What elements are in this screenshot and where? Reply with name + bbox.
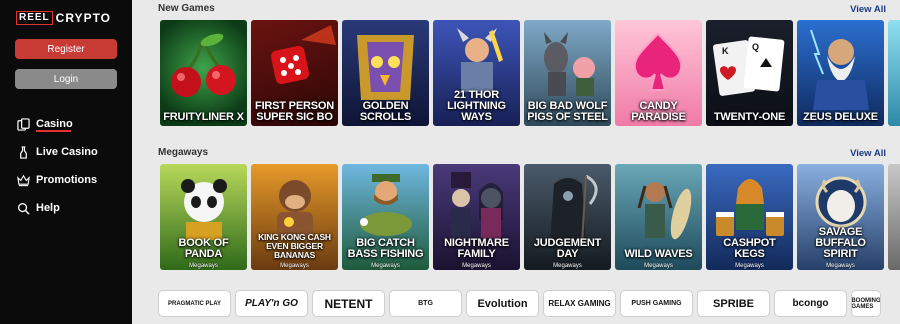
nav-item-promotions[interactable]: Promotions (16, 171, 97, 189)
provider-strip: PRAGMATIC PLAY PLAY'n GO NETENT BTG Evol… (158, 290, 881, 317)
bottle-icon (16, 145, 30, 159)
register-button[interactable]: Register (15, 39, 117, 59)
provider-logo[interactable]: PRAGMATIC PLAY (158, 290, 231, 317)
view-all-new-games[interactable]: View All (850, 4, 886, 15)
provider-logo-partial[interactable]: BOOMING GAMES (851, 290, 881, 317)
game-title: TWENTY-ONE (713, 111, 786, 123)
game-card[interactable]: FRUITYLINER X (160, 20, 247, 126)
game-card[interactable]: BIG CATCH BASS FISHING Megaways (342, 164, 429, 270)
search-icon (16, 201, 30, 215)
cards-icon (16, 117, 30, 131)
game-card[interactable]: JUDGEMENT DAY Megaways (524, 164, 611, 270)
game-card[interactable]: FIRST PERSON SUPER SIC BO (251, 20, 338, 126)
nav-label: Live Casino (36, 146, 98, 158)
nav-label: Help (36, 202, 60, 214)
game-card-partial[interactable] (888, 164, 900, 270)
game-card[interactable]: GOLDEN SCROLLS (342, 20, 429, 126)
game-card[interactable]: BOOK OF PANDA Megaways (160, 164, 247, 270)
game-subtitle: Megaways (371, 263, 400, 269)
sidebar: REEL CRYPTO Register Login Casino Live C… (0, 0, 132, 324)
provider-logo[interactable]: RELAX GAMING (543, 290, 616, 317)
game-card[interactable]: 21 THOR LIGHTNING WAYS (433, 20, 520, 126)
logo-reel: REEL (16, 11, 53, 25)
game-title: BOOK OF PANDA (178, 237, 229, 260)
provider-logo[interactable]: BTG (389, 290, 462, 317)
svg-text:Q: Q (752, 42, 759, 52)
nav-label: Casino (36, 118, 73, 130)
game-title: FRUITYLINER X (163, 111, 244, 123)
login-button[interactable]: Login (15, 69, 117, 89)
game-title: BIG BAD WOLF PIGS OF STEEL (527, 100, 608, 123)
provider-logo[interactable]: PLAY'n GO (235, 290, 308, 317)
game-title: CANDY PARADISE (631, 100, 686, 123)
game-card[interactable]: BIG BAD WOLF PIGS OF STEEL (524, 20, 611, 126)
game-title: JUDGEMENT DAY (533, 237, 602, 260)
game-title: GOLDEN SCROLLS (359, 100, 412, 123)
game-card[interactable]: ZEUS DELUXE (797, 20, 884, 126)
svg-text:K: K (722, 46, 729, 56)
logo-crypto: CRYPTO (55, 11, 112, 25)
game-title: NIGHTMARE FAMILY (444, 237, 509, 260)
game-subtitle: Megaways (553, 263, 582, 269)
game-card[interactable]: WILD WAVES Megaways (615, 164, 702, 270)
game-subtitle: Megaways (644, 263, 673, 269)
game-art (888, 164, 900, 270)
view-all-megaways[interactable]: View All (850, 148, 886, 159)
game-card[interactable]: CANDY PARADISE (615, 20, 702, 126)
provider-logo[interactable]: bcongo (774, 290, 847, 317)
game-card[interactable]: K Q TWENTY-ONE (706, 20, 793, 126)
provider-logo[interactable]: SPRIBE (697, 290, 770, 317)
game-title: ZEUS DELUXE (803, 111, 878, 123)
game-card[interactable]: SAVAGE BUFFALO SPIRIT Megaways (797, 164, 884, 270)
crown-icon (16, 173, 30, 187)
game-title: KING KONG CASH EVEN BIGGER BANANAS (258, 232, 331, 260)
game-art (888, 20, 900, 126)
game-card[interactable]: KING KONG CASH EVEN BIGGER BANANAS Megaw… (251, 164, 338, 270)
game-title: BIG CATCH BASS FISHING (347, 237, 424, 260)
nav-label: Promotions (36, 174, 98, 186)
game-card-partial[interactable] (888, 20, 900, 126)
game-subtitle: Megaways (826, 263, 855, 269)
nav-item-help[interactable]: Help (16, 199, 60, 217)
game-title: CASHPOT KEGS (723, 237, 776, 260)
game-subtitle: Megaways (280, 263, 309, 269)
brand-logo[interactable]: REEL CRYPTO (16, 10, 111, 26)
game-title: WILD WAVES (624, 248, 693, 260)
megaways-row: BOOK OF PANDA Megaways KING KONG CASH EV… (160, 164, 900, 270)
game-card[interactable]: CASHPOT KEGS Megaways (706, 164, 793, 270)
game-subtitle: Megaways (735, 263, 764, 269)
game-subtitle: Megaways (189, 263, 218, 269)
section-title-new-games: New Games (158, 3, 215, 14)
game-subtitle: Megaways (462, 263, 491, 269)
game-title: 21 THOR LIGHTNING WAYS (447, 89, 506, 123)
active-indicator (36, 130, 71, 132)
new-games-row: FRUITYLINER X FIRST PERSON SUPER SIC BO … (160, 20, 900, 126)
game-card[interactable]: NIGHTMARE FAMILY Megaways (433, 164, 520, 270)
provider-logo[interactable]: Evolution (466, 290, 539, 317)
game-title: SAVAGE BUFFALO SPIRIT (815, 226, 866, 260)
game-title: FIRST PERSON SUPER SIC BO (255, 100, 334, 123)
nav-item-live-casino[interactable]: Live Casino (16, 143, 98, 161)
section-title-megaways: Megaways (158, 147, 209, 158)
provider-logo[interactable]: NETENT (312, 290, 385, 317)
provider-logo[interactable]: PUSH GAMING (620, 290, 693, 317)
